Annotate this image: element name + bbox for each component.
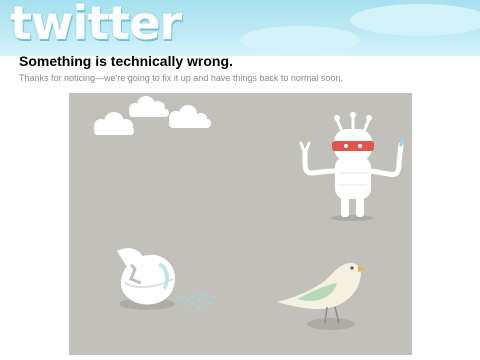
error-illustration [69, 93, 412, 355]
error-title: Something is technically wrong. [19, 53, 233, 69]
cloud-middle-icon [129, 96, 169, 117]
error-subtitle: Thanks for noticing—we're going to fix i… [19, 73, 343, 83]
twitter-logo[interactable]: twitter [10, 0, 182, 50]
robot-icon [299, 112, 405, 221]
bird-icon [277, 263, 366, 330]
spark-bits-icon [178, 292, 216, 310]
cloud-left-icon [94, 112, 134, 135]
site-header: twitter [0, 0, 480, 56]
robot-visor-icon [332, 141, 374, 151]
cloud-right-icon [169, 105, 211, 128]
cracked-egg-icon [117, 248, 175, 310]
